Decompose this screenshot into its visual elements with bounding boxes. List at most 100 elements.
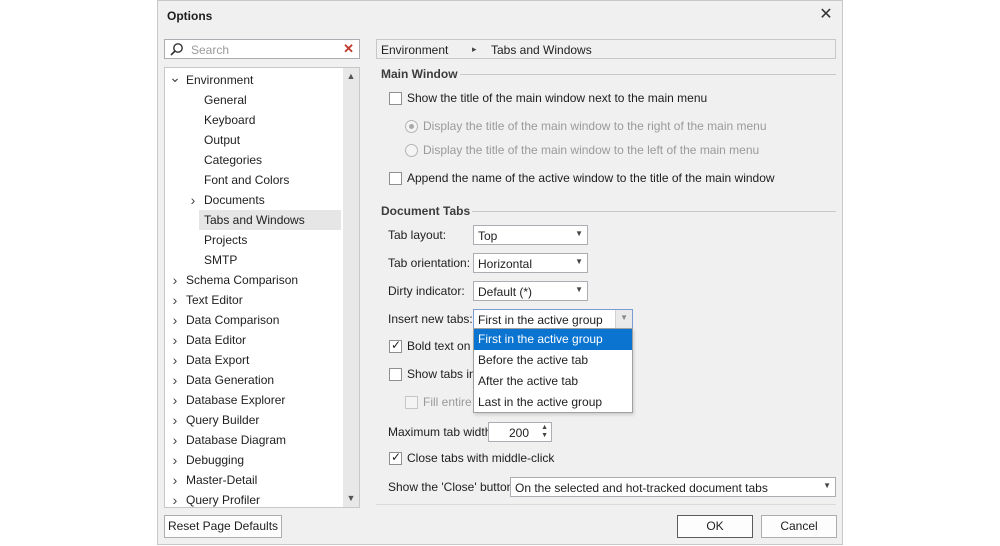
cancel-button[interactable]: Cancel [761,515,837,538]
tree-item[interactable]: › Data Generation [165,370,341,390]
search-placeholder: Search [191,43,230,57]
tree-item-label: Output [204,133,241,147]
breadcrumb-current: Tabs and Windows [491,43,592,57]
tree-item[interactable]: Keyboard [165,110,341,130]
dropdown-option[interactable]: Before the active tab [474,350,632,371]
search-icon [170,43,183,56]
tree-item-label: Query Profiler [186,493,261,507]
tree-item[interactable]: Output [165,130,341,150]
tree-item[interactable]: › Text Editor [165,290,341,310]
tab-orientation-value: Horizontal [478,257,533,271]
title-left-radio[interactable] [405,144,418,157]
chevron-down-icon[interactable]: ⌄ [169,68,181,87]
show-title-checkbox[interactable] [389,92,402,105]
chevron-right-icon[interactable]: › [169,350,181,370]
tree-item[interactable]: › Database Diagram [165,430,341,450]
bold-text-checkbox[interactable] [389,338,402,353]
scroll-down-icon[interactable]: ▼ [343,490,359,507]
tree-item-label: Database Diagram [186,433,287,447]
chevron-right-icon[interactable]: › [169,330,181,350]
tree-item-label: Database Explorer [186,393,286,407]
chevron-right-icon[interactable]: › [169,410,181,430]
clear-search-icon[interactable]: ✕ [343,41,354,57]
chevron-right-icon[interactable]: › [187,190,199,210]
max-tab-width-label: Maximum tab width: [388,425,495,439]
tree-item[interactable]: › Documents [165,190,341,210]
fill-entire-checkbox[interactable] [405,396,418,409]
tree-item[interactable]: ⌄ Environment [165,68,341,90]
tree-item[interactable]: › Query Builder [165,410,341,430]
tree-item-label: Documents [204,193,265,207]
ok-button[interactable]: OK [677,515,753,538]
stepper-up-icon[interactable]: ▲ [541,424,548,431]
reset-defaults-button[interactable]: Reset Page Defaults [164,515,282,538]
chevron-right-icon[interactable]: › [169,430,181,450]
tree-item[interactable]: › Debugging [165,450,341,470]
tree-item-label: Schema Comparison [186,273,299,287]
show-tabs-label: Show tabs in [407,367,476,381]
category-tree[interactable]: › Query Profiler › Master-Detail › Debugging ›… [164,67,360,508]
tree-item-label: Text Editor [186,293,243,307]
tree-item[interactable]: General [165,90,341,110]
append-name-label: Append the name of the active window to … [407,171,775,185]
dirty-indicator-value: Default (*) [478,285,533,299]
tree-item[interactable]: SMTP [165,250,341,270]
document-tabs-heading: Document Tabs [381,204,471,218]
scroll-up-icon[interactable]: ▲ [343,68,359,85]
tab-orientation-label: Tab orientation: [388,256,471,270]
tree-item[interactable]: › Query Profiler [165,490,341,507]
dirty-indicator-label: Dirty indicator: [388,284,465,298]
tab-layout-value: Top [478,229,498,243]
chevron-right-icon[interactable]: › [169,310,181,330]
chevron-right-icon[interactable]: › [169,270,181,290]
close-icon[interactable]: ✕ [816,5,836,25]
max-tab-width-stepper[interactable]: 200 ▲ ▼ [488,422,552,442]
chevron-down-icon: ▼ [575,257,583,266]
breadcrumb-separator-icon: ▸ [472,44,477,54]
tree-item[interactable]: › Data Editor [165,330,341,350]
chevron-right-icon[interactable]: › [169,470,181,490]
tree-item[interactable]: › Schema Comparison [165,270,341,290]
chevron-right-icon[interactable]: › [169,390,181,410]
dropdown-option[interactable]: Last in the active group [474,392,632,413]
chevron-right-icon[interactable]: › [169,290,181,310]
insert-new-tabs-dropdown[interactable]: First in the active group Before the acti… [473,328,633,413]
insert-new-tabs-select[interactable]: First in the active group ▼ [473,309,633,329]
dropdown-option[interactable]: After the active tab [474,371,632,392]
tree-item[interactable]: Font and Colors [165,170,341,190]
tree-item[interactable]: Projects [165,230,341,250]
chevron-right-icon[interactable]: › [169,490,181,507]
show-close-button-select[interactable]: On the selected and hot-tracked document… [510,477,836,497]
tree-item-label: Debugging [186,453,245,467]
chevron-right-icon[interactable]: › [169,450,181,470]
tree-item[interactable]: › Database Explorer [165,390,341,410]
dropdown-option[interactable]: First in the active group [474,329,632,350]
tab-layout-label: Tab layout: [388,228,447,242]
breadcrumb: Environment ▸ Tabs and Windows [376,39,836,59]
show-tabs-checkbox[interactable] [389,368,402,381]
tab-layout-select[interactable]: Top ▼ [473,225,588,245]
tree-item[interactable]: › Data Export [165,350,341,370]
stepper-down-icon[interactable]: ▼ [541,432,548,439]
append-name-checkbox[interactable] [389,172,402,185]
chevron-right-icon[interactable]: › [169,370,181,390]
tab-orientation-select[interactable]: Horizontal ▼ [473,253,588,273]
tree-item[interactable]: › Data Comparison [165,310,341,330]
breadcrumb-root[interactable]: Environment [381,43,448,57]
document-tabs-divider [472,211,836,212]
tree-item[interactable]: › Master-Detail [165,470,341,490]
title-left-label: Display the title of the main window to … [423,143,760,157]
tree-item[interactable]: Categories [165,150,341,170]
main-window-heading: Main Window [381,67,458,81]
tree-item-label: Query Builder [186,413,260,427]
dirty-indicator-select[interactable]: Default (*) ▼ [473,281,588,301]
tree-item[interactable]: Tabs and Windows [199,210,341,230]
scroll-thumb[interactable] [344,85,358,485]
insert-new-tabs-value: First in the active group [478,313,603,327]
tree-item-label: SMTP [204,253,238,267]
title-right-radio[interactable] [405,120,418,133]
search-input[interactable]: Search ✕ [164,39,360,59]
tree-item-label: Projects [204,233,248,247]
tree-scrollbar[interactable]: ▲ ▼ [343,68,359,507]
close-middle-click-checkbox[interactable] [389,450,402,465]
